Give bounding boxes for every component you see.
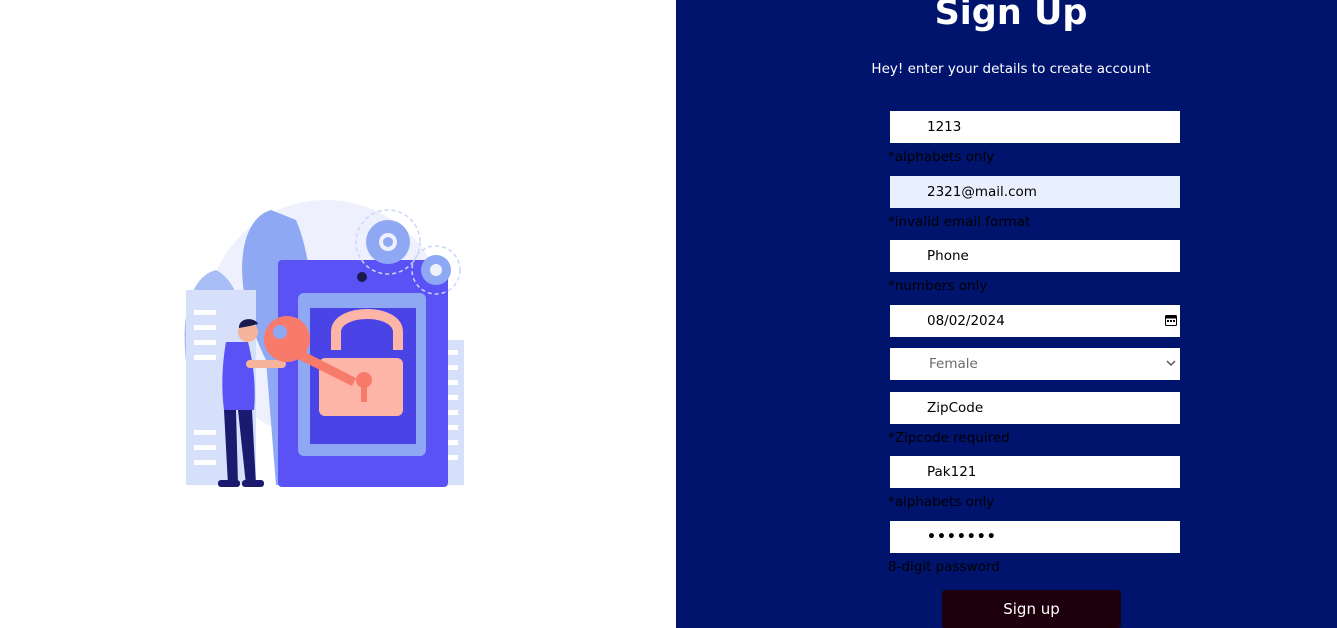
date-input[interactable]: 08/02/2024 <box>890 305 1180 337</box>
security-illustration <box>184 200 464 487</box>
password-input-value: ••••••• <box>927 529 997 545</box>
phone-input-placeholder: Phone <box>927 248 969 264</box>
gender-select-value: Female <box>929 356 978 372</box>
signup-form-panel: Sign Up Hey! enter your details to creat… <box>676 0 1337 628</box>
zipcode-input[interactable]: ZipCode <box>890 392 1180 424</box>
city-error-hint: *alphabets only <box>888 494 995 510</box>
sign-up-button[interactable]: Sign up <box>942 590 1121 628</box>
zipcode-input-placeholder: ZipCode <box>927 400 984 416</box>
email-input-value: 2321@mail.com <box>927 184 1037 200</box>
email-input[interactable]: 2321@mail.com <box>890 176 1180 208</box>
city-input[interactable]: Pak121 <box>890 456 1180 488</box>
password-input[interactable]: ••••••• <box>890 521 1180 553</box>
page-title: Sign Up <box>934 0 1088 33</box>
gender-select[interactable]: Female <box>890 348 1180 380</box>
illustration-pane <box>0 0 676 628</box>
form-subtitle: Hey! enter your details to create accoun… <box>871 61 1151 77</box>
city-input-value: Pak121 <box>927 464 977 480</box>
name-input[interactable]: 1213 <box>890 111 1180 143</box>
name-error-hint: *alphabets only <box>888 149 995 165</box>
calendar-icon[interactable] <box>1165 314 1177 326</box>
name-input-value: 1213 <box>927 119 962 135</box>
phone-error-hint: *numbers only <box>888 278 988 294</box>
signup-page: Sign Up Hey! enter your details to creat… <box>0 0 1337 628</box>
zipcode-error-hint: *Zipcode required <box>888 430 1010 446</box>
chevron-down-icon <box>1166 360 1176 367</box>
date-input-value: 08/02/2024 <box>927 313 1005 329</box>
email-error-hint: *invalid email format <box>888 214 1031 230</box>
phone-input[interactable]: Phone <box>890 240 1180 272</box>
password-hint: 8-digit password <box>888 559 1000 575</box>
